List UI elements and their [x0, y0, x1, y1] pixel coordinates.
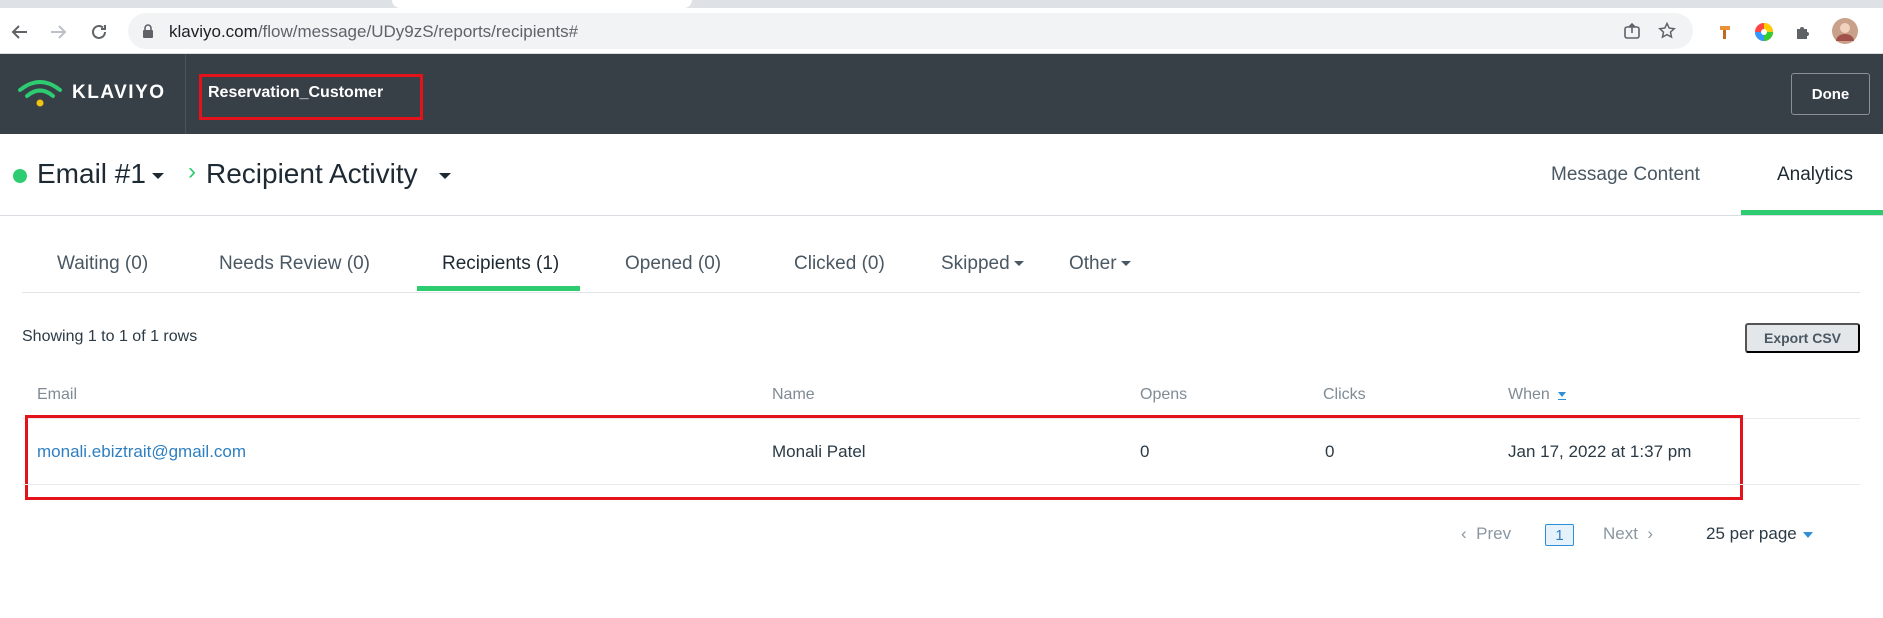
header-divider — [185, 54, 186, 134]
app-header: KLAVIYO Reservation_Customer Done — [0, 54, 1883, 134]
recipient-activity-selector[interactable]: Recipient Activity — [206, 158, 418, 190]
prev-label: Prev — [1476, 524, 1512, 543]
pagination-next[interactable]: Next › — [1603, 524, 1653, 544]
breadcrumb-chevron-icon: › — [188, 158, 196, 185]
column-header-when[interactable]: When — [1508, 386, 1566, 404]
email-dropdown-caret-icon[interactable] — [152, 173, 164, 179]
activity-dropdown-caret-icon[interactable] — [439, 173, 451, 179]
extension-hammer-icon[interactable] — [1715, 21, 1737, 43]
tab-skipped-label: Skipped — [941, 253, 1010, 274]
next-chevron-icon: › — [1637, 524, 1654, 543]
per-page-caret-icon — [1802, 531, 1813, 538]
tab-waiting[interactable]: Waiting (0) — [57, 253, 148, 275]
analytics-tab-indicator — [1741, 210, 1883, 215]
browser-active-tab[interactable] — [392, 0, 692, 8]
url-text: klaviyo.com/flow/message/UDy9zS/reports/… — [169, 22, 579, 41]
recipient-clicks: 0 — [1325, 442, 1335, 461]
next-label: Next — [1603, 524, 1638, 543]
tab-other-label: Other — [1069, 253, 1117, 274]
done-button[interactable]: Done — [1791, 73, 1870, 115]
column-header-clicks[interactable]: Clicks — [1323, 386, 1366, 404]
recipient-when: Jan 17, 2022 at 1:37 pm — [1508, 442, 1692, 461]
message-heading-bar: Email #1 › Recipient Activity Message Co… — [0, 134, 1883, 216]
other-caret-icon — [1120, 261, 1131, 267]
tab-needs-review[interactable]: Needs Review (0) — [219, 253, 370, 275]
profile-avatar[interactable] — [1831, 17, 1859, 45]
tab-message-content[interactable]: Message Content — [1551, 164, 1700, 186]
bookmark-star-icon[interactable] — [1657, 21, 1677, 41]
pagination-prev[interactable]: ‹ Prev — [1461, 524, 1511, 544]
recipient-tabs: Waiting (0) Needs Review (0) Recipients … — [22, 230, 1860, 293]
per-page-label: 25 per page — [1706, 524, 1797, 543]
pagination-current-page[interactable]: 1 — [1545, 524, 1574, 546]
logo-text: KLAVIYO — [72, 82, 166, 103]
browser-tab-strip — [0, 0, 1883, 8]
rows-summary: Showing 1 to 1 of 1 rows — [22, 328, 198, 345]
forward-icon[interactable] — [46, 20, 70, 44]
klaviyo-wifi-icon — [18, 80, 62, 107]
tab-clicked[interactable]: Clicked (0) — [794, 253, 885, 275]
reload-icon[interactable] — [87, 20, 111, 44]
back-icon[interactable] — [8, 20, 32, 44]
tab-other[interactable]: Other — [1069, 253, 1131, 275]
tab-analytics[interactable]: Analytics — [1777, 164, 1853, 186]
prev-chevron-icon: ‹ — [1461, 524, 1477, 543]
recipient-opens: 0 — [1140, 442, 1150, 461]
flow-name[interactable]: Reservation_Customer — [208, 84, 383, 102]
browser-toolbar: klaviyo.com/flow/message/UDy9zS/reports/… — [0, 8, 1883, 54]
skipped-caret-icon — [1013, 261, 1024, 267]
lock-icon — [142, 24, 154, 43]
column-header-name[interactable]: Name — [772, 386, 815, 404]
column-header-when-label: When — [1508, 386, 1550, 403]
highlight-box-recipient-row — [25, 415, 1743, 500]
column-header-email[interactable]: Email — [37, 386, 77, 404]
per-page-select[interactable]: 25 per page — [1706, 524, 1813, 544]
share-icon[interactable] — [1622, 21, 1642, 41]
sort-descending-icon[interactable] — [1557, 392, 1566, 401]
tab-opened[interactable]: Opened (0) — [625, 253, 721, 275]
email-selector[interactable]: Email #1 — [37, 158, 146, 190]
address-bar[interactable]: klaviyo.com/flow/message/UDy9zS/reports/… — [128, 13, 1693, 49]
tab-recipients[interactable]: Recipients (1) — [442, 253, 559, 275]
klaviyo-logo[interactable]: KLAVIYO — [18, 78, 166, 108]
color-wheel-icon[interactable] — [1753, 21, 1775, 43]
tab-skipped[interactable]: Skipped — [941, 253, 1024, 275]
status-dot — [13, 169, 27, 183]
extensions-puzzle-icon[interactable] — [1792, 21, 1814, 43]
column-header-opens[interactable]: Opens — [1140, 386, 1187, 404]
recipients-tab-indicator — [417, 286, 580, 291]
recipient-name: Monali Patel — [772, 442, 866, 461]
table-row-divider — [22, 484, 1860, 485]
export-csv-button[interactable]: Export CSV — [1745, 323, 1860, 353]
recipient-email-link[interactable]: monali.ebiztrait@gmail.com — [37, 442, 246, 462]
